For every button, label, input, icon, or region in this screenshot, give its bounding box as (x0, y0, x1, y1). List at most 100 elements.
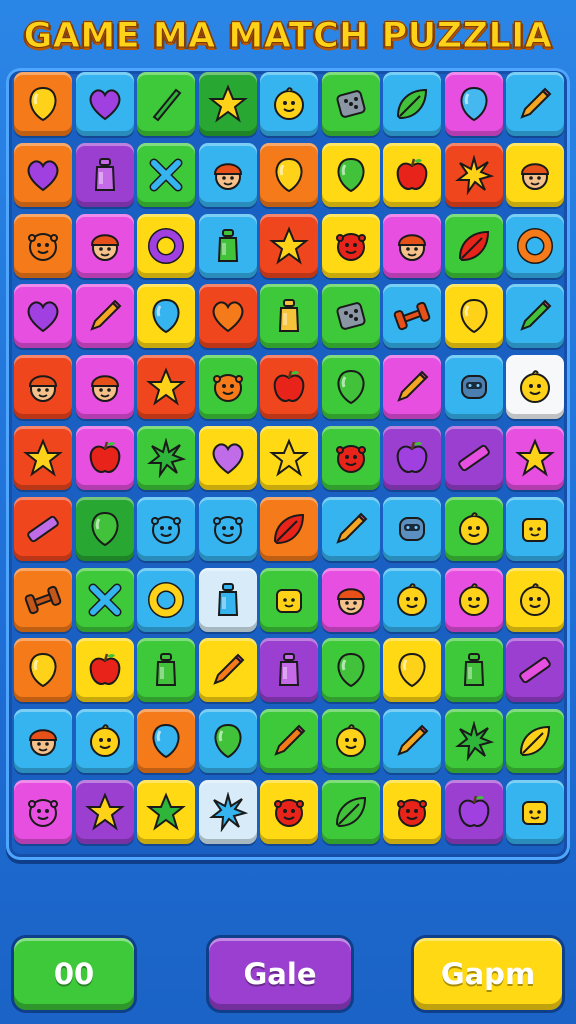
game-tile[interactable] (383, 213, 441, 278)
game-tile[interactable] (14, 496, 72, 561)
game-tile[interactable] (198, 780, 257, 844)
game-tile[interactable] (444, 496, 503, 561)
game-tile[interactable] (321, 426, 380, 490)
game-tile[interactable] (260, 567, 318, 632)
game-tile[interactable] (137, 284, 195, 349)
game-tile[interactable] (75, 709, 134, 774)
game-tile[interactable] (198, 284, 257, 349)
gale-button[interactable]: Gale (209, 938, 351, 1010)
game-tile[interactable] (506, 142, 564, 207)
game-tile[interactable] (383, 496, 441, 561)
game-tile[interactable] (506, 284, 564, 349)
game-tile[interactable] (75, 780, 134, 844)
game-tile[interactable] (260, 213, 318, 278)
game-tile[interactable] (137, 709, 195, 774)
game-tile[interactable] (321, 284, 380, 349)
game-tile[interactable] (137, 638, 195, 703)
game-tile[interactable] (444, 213, 503, 278)
game-tile[interactable] (137, 780, 195, 844)
game-tile[interactable] (444, 426, 503, 490)
game-tile[interactable] (444, 638, 503, 703)
game-tile[interactable] (321, 72, 380, 136)
game-tile[interactable] (260, 426, 318, 490)
game-tile[interactable] (444, 355, 503, 420)
game-tile[interactable] (321, 780, 380, 844)
game-tile[interactable] (75, 284, 134, 349)
game-tile[interactable] (137, 213, 195, 278)
game-tile[interactable] (14, 72, 72, 136)
game-tile[interactable] (260, 496, 318, 561)
game-tile[interactable] (506, 780, 564, 844)
game-tile[interactable] (506, 709, 564, 774)
game-tile[interactable] (75, 142, 134, 207)
game-tile[interactable] (506, 213, 564, 278)
game-tile[interactable] (260, 638, 318, 703)
game-tile[interactable] (14, 709, 72, 774)
game-tile[interactable] (14, 638, 72, 703)
game-tile[interactable] (260, 355, 318, 420)
game-tile[interactable] (14, 142, 72, 207)
game-tile[interactable] (14, 213, 72, 278)
game-tile[interactable] (506, 426, 564, 490)
game-tile[interactable] (137, 426, 195, 490)
score-button[interactable]: 00 (14, 938, 134, 1010)
game-tile[interactable] (321, 709, 380, 774)
game-tile[interactable] (198, 567, 257, 632)
game-tile[interactable] (383, 355, 441, 420)
game-tile[interactable] (506, 72, 564, 136)
game-tile[interactable] (383, 284, 441, 349)
game-tile[interactable] (321, 567, 380, 632)
game-tile[interactable] (321, 496, 380, 561)
game-tile[interactable] (321, 213, 380, 278)
game-tile[interactable] (198, 709, 257, 774)
game-tile[interactable] (383, 638, 441, 703)
game-tile[interactable] (260, 284, 318, 349)
game-tile[interactable] (321, 638, 380, 703)
game-tile[interactable] (14, 567, 72, 632)
game-tile[interactable] (383, 709, 441, 774)
game-tile[interactable] (137, 142, 195, 207)
game-tile[interactable] (444, 72, 503, 136)
game-tile[interactable] (321, 142, 380, 207)
game-tile[interactable] (383, 426, 441, 490)
game-tile[interactable] (506, 496, 564, 561)
game-tile[interactable] (383, 72, 441, 136)
game-tile[interactable] (75, 567, 134, 632)
game-tile[interactable] (506, 355, 564, 420)
game-tile[interactable] (137, 567, 195, 632)
game-tile[interactable] (14, 426, 72, 490)
game-tile[interactable] (137, 72, 195, 136)
game-tile[interactable] (444, 709, 503, 774)
game-tile[interactable] (444, 284, 503, 349)
game-tile[interactable] (137, 355, 195, 420)
game-tile[interactable] (198, 496, 257, 561)
game-tile[interactable] (444, 567, 503, 632)
game-tile[interactable] (444, 780, 503, 844)
game-tile[interactable] (198, 213, 257, 278)
game-tile[interactable] (198, 355, 257, 420)
game-tile[interactable] (14, 284, 72, 349)
game-tile[interactable] (198, 72, 257, 136)
game-tile[interactable] (75, 72, 134, 136)
game-tile[interactable] (14, 780, 72, 844)
game-tile[interactable] (75, 426, 134, 490)
game-tile[interactable] (506, 567, 564, 632)
gapm-button[interactable]: Gapm (414, 938, 562, 1010)
game-tile[interactable] (137, 496, 195, 561)
game-tile[interactable] (383, 142, 441, 207)
game-tile[interactable] (383, 780, 441, 844)
game-tile[interactable] (444, 142, 503, 207)
game-tile[interactable] (506, 638, 564, 703)
game-tile[interactable] (75, 355, 134, 420)
game-tile[interactable] (321, 355, 380, 420)
game-tile[interactable] (198, 426, 257, 490)
game-tile[interactable] (75, 213, 134, 278)
game-tile[interactable] (198, 638, 257, 703)
game-tile[interactable] (383, 567, 441, 632)
game-tile[interactable] (260, 709, 318, 774)
game-tile[interactable] (260, 72, 318, 136)
game-tile[interactable] (14, 355, 72, 420)
game-tile[interactable] (260, 142, 318, 207)
game-tile[interactable] (198, 142, 257, 207)
game-tile[interactable] (75, 496, 134, 561)
